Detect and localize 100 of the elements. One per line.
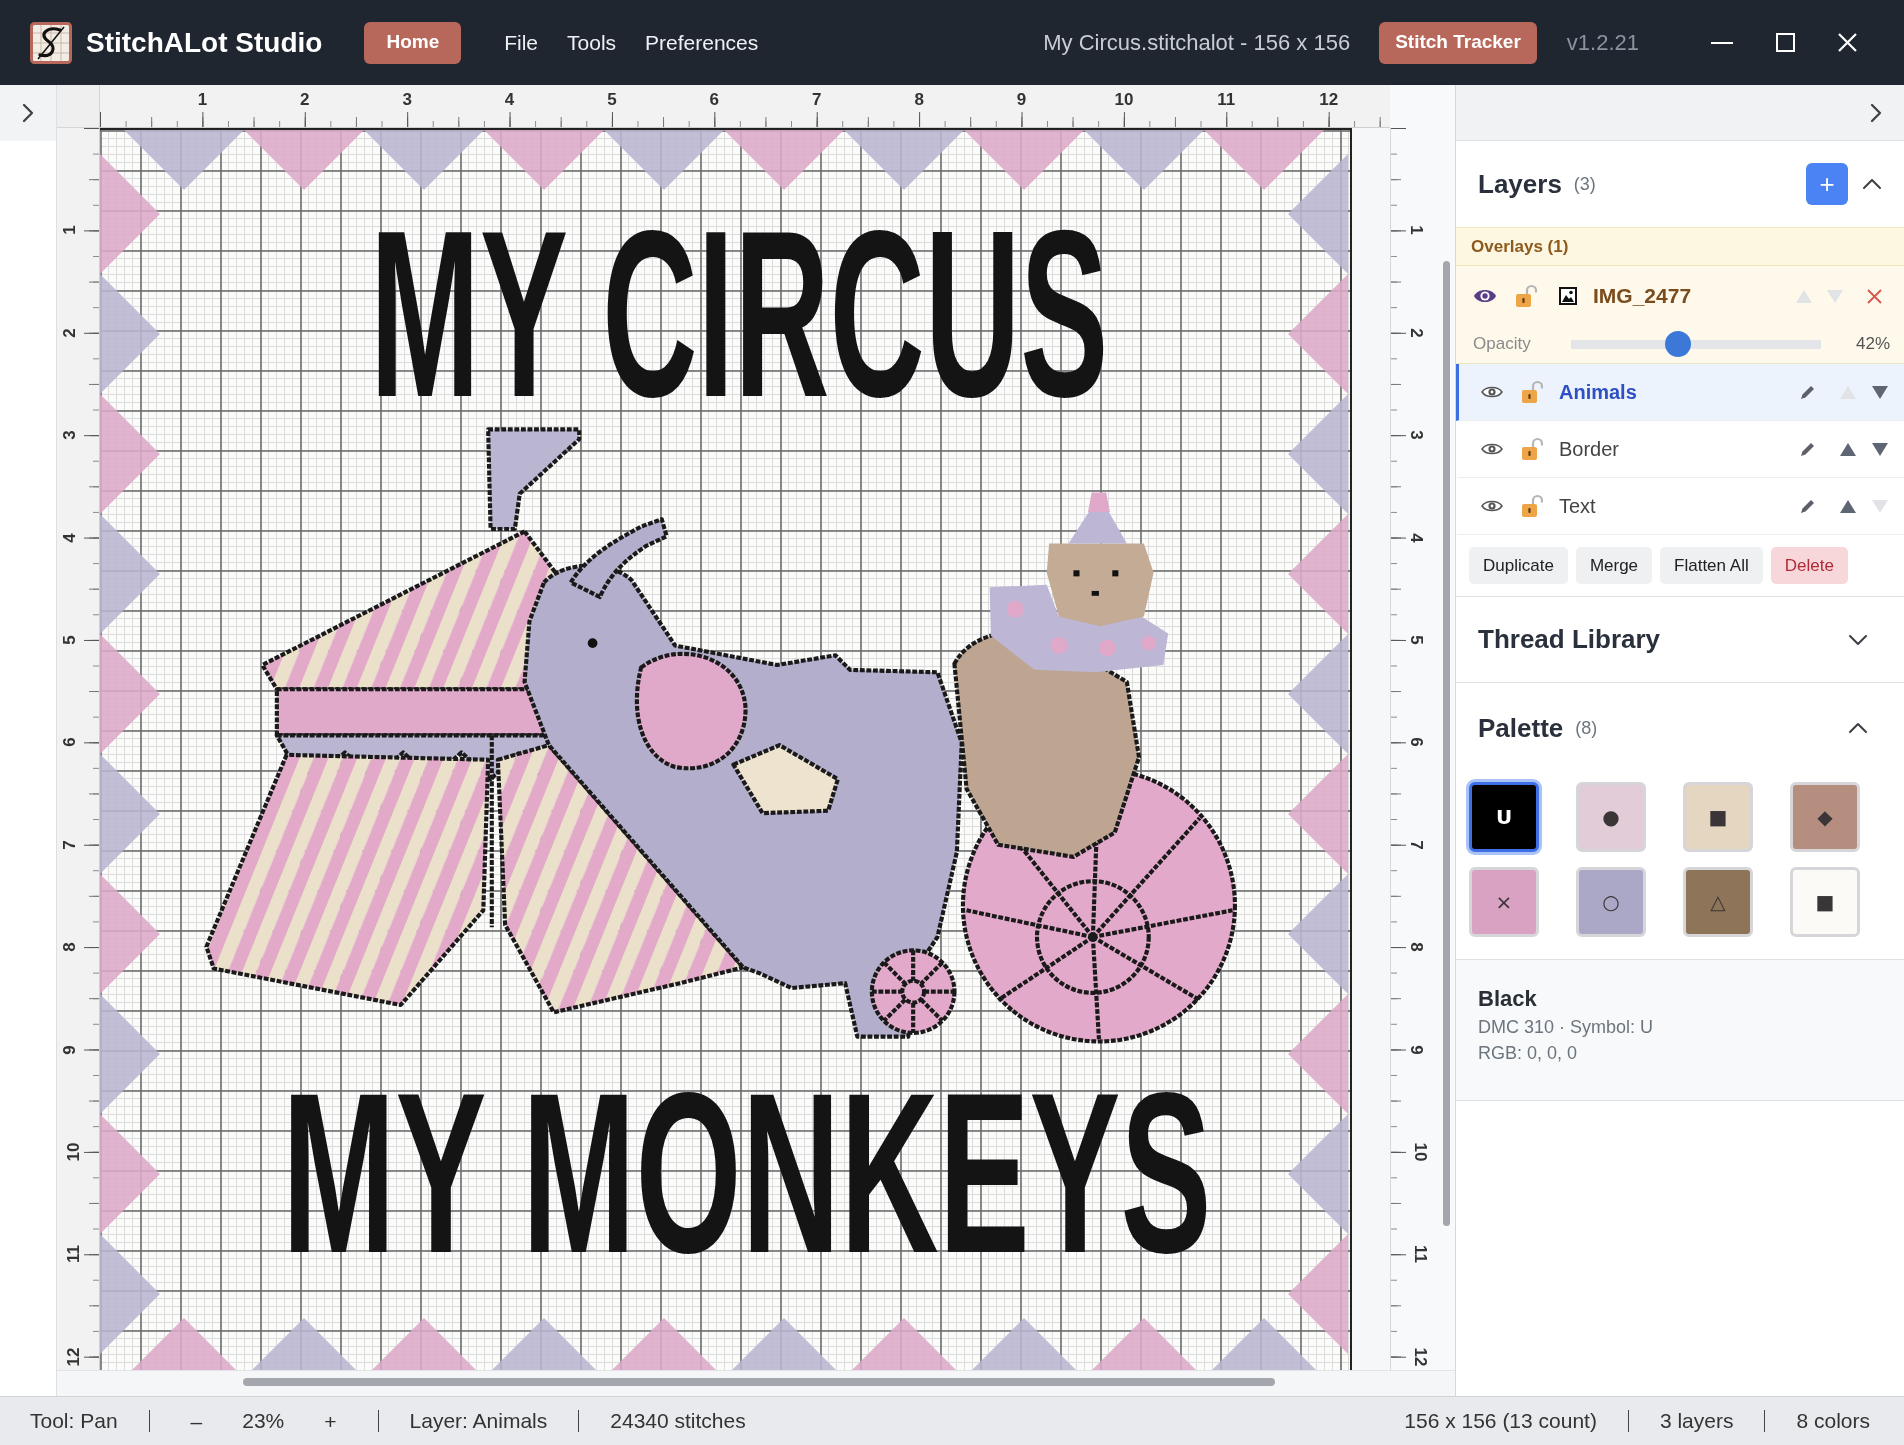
layer-name: Text <box>1559 494 1596 519</box>
menu-item[interactable]: Tools <box>561 21 623 64</box>
chevron-right-icon[interactable] <box>22 103 34 123</box>
section-title: Layers <box>1478 167 1562 201</box>
action-button[interactable]: Flatten All <box>1660 547 1763 584</box>
thread-code: DMC 310 · Symbol: U <box>1478 1016 1655 1039</box>
layer-total: 3 layers <box>1659 1408 1734 1435</box>
eye-icon[interactable] <box>1481 385 1503 399</box>
layer-row[interactable]: Border <box>1456 421 1904 478</box>
eye-icon[interactable] <box>1481 442 1503 456</box>
app-title: StitchALot Studio <box>86 25 323 60</box>
ruler-label: 2 <box>300 90 310 110</box>
chevron-down-icon[interactable] <box>1848 633 1868 646</box>
color-swatch[interactable]: ○ <box>1576 867 1646 937</box>
padlock-open-icon[interactable] <box>1521 494 1543 518</box>
maximize-icon[interactable] <box>1776 33 1795 52</box>
padlock-open-icon[interactable] <box>1521 380 1543 404</box>
move-up-icon[interactable] <box>1840 499 1856 513</box>
menu-item[interactable]: Preferences <box>639 21 765 64</box>
color-swatch[interactable]: × <box>1469 867 1539 937</box>
ruler-label: 8 <box>1405 942 1426 952</box>
menu-item[interactable]: File <box>498 21 545 64</box>
pencil-icon[interactable] <box>1800 498 1816 514</box>
minimize-icon[interactable] <box>1711 41 1733 44</box>
thread-name: Black <box>1478 985 1538 1013</box>
zoom-in-button[interactable]: + <box>314 1410 347 1432</box>
ruler-label: 6 <box>709 90 720 110</box>
logo-icon <box>30 21 72 64</box>
opacity-value: 42% <box>1855 333 1890 356</box>
close-icon[interactable] <box>1838 33 1857 52</box>
ruler-label: 7 <box>812 90 822 110</box>
eye-icon[interactable] <box>1473 288 1497 304</box>
ruler-label: 3 <box>402 90 412 110</box>
color-count: (8) <box>1575 716 1598 740</box>
picture-icon <box>1559 287 1577 305</box>
overlay-row[interactable]: IMG_2477 Opacity 42% <box>1456 266 1904 364</box>
padlock-open-icon[interactable] <box>1521 437 1543 461</box>
ruler-label: 5 <box>607 90 617 110</box>
chevron-right-icon[interactable] <box>1870 102 1882 123</box>
ruler-label: 2 <box>1405 328 1426 338</box>
color-swatch[interactable]: ■ <box>1790 867 1860 937</box>
color-swatch[interactable]: ◆ <box>1790 782 1860 852</box>
move-up-icon[interactable] <box>1840 442 1856 456</box>
ruler-label: 8 <box>914 90 924 110</box>
color-swatch[interactable]: U <box>1469 782 1539 852</box>
ruler-label: 11 <box>1217 90 1236 110</box>
ruler-label: 6 <box>1405 737 1426 748</box>
stitch-count: 24340 stitches <box>610 1408 746 1435</box>
ruler-label: 3 <box>59 430 80 440</box>
action-button[interactable]: Merge <box>1575 547 1653 584</box>
ruler-label: 3 <box>1405 430 1426 440</box>
section-title: Thread Library <box>1478 623 1661 656</box>
ruler-label: 12 <box>64 1347 85 1367</box>
layer-row[interactable]: Text <box>1456 478 1904 535</box>
ruler-label: 1 <box>1405 225 1426 236</box>
chevron-up-icon[interactable] <box>1848 722 1868 734</box>
menu-item[interactable]: Home <box>364 21 462 64</box>
overlays-title: Overlays (1) <box>1471 235 1569 258</box>
ruler-label: 5 <box>1405 635 1426 645</box>
ruler-label: 10 <box>1410 1142 1431 1162</box>
scrollbar-thumb[interactable] <box>243 1378 1275 1386</box>
move-down-icon[interactable] <box>1872 442 1888 456</box>
ruler-label: 4 <box>59 532 80 543</box>
delete-button[interactable]: Delete <box>1770 547 1848 584</box>
move-down-icon[interactable] <box>1872 385 1888 399</box>
stitched-lettering: MY MONKEYS <box>282 1082 1212 1266</box>
zoom-out-button[interactable]: – <box>180 1410 213 1432</box>
ruler-label: 4 <box>504 90 515 110</box>
ruler-label: 7 <box>59 840 80 850</box>
document-title: My Circus.stitchalot - 156 x 156 <box>1043 29 1351 57</box>
layer-name: Animals <box>1559 380 1637 405</box>
color-total: 8 colors <box>1796 1408 1870 1435</box>
canvas-size: 156 x 156 (13 count) <box>1404 1408 1597 1435</box>
overlay-name: IMG_2477 <box>1593 283 1692 310</box>
color-swatch[interactable]: ● <box>1576 782 1646 852</box>
pattern-canvas[interactable]: MY CIRCUS MY MONKEYS <box>100 128 1352 1370</box>
scrollbar-thumb[interactable] <box>1443 261 1450 1226</box>
section-title: Palette <box>1478 711 1564 745</box>
ruler-label: 2 <box>59 328 80 338</box>
remove-icon[interactable] <box>1867 288 1882 304</box>
eye-icon[interactable] <box>1481 499 1503 513</box>
chevron-up-icon[interactable] <box>1862 178 1882 190</box>
action-button[interactable]: Duplicate <box>1469 547 1568 584</box>
stitch-tracker-button[interactable]: Stitch Tracker <box>1379 21 1537 64</box>
ruler-label: 9 <box>1016 90 1027 110</box>
ruler-label: 9 <box>59 1044 80 1055</box>
add-layer-button[interactable]: + <box>1806 163 1848 205</box>
opacity-label: Opacity <box>1473 333 1532 356</box>
pencil-icon[interactable] <box>1800 441 1816 457</box>
padlock-open-icon[interactable] <box>1515 284 1537 308</box>
slider-thumb[interactable] <box>1665 331 1692 357</box>
color-swatch[interactable]: ■ <box>1683 782 1753 852</box>
thread-rgb: RGB: 0, 0, 0 <box>1478 1042 1579 1065</box>
ruler-label: 6 <box>59 737 80 748</box>
ruler-label: 4 <box>1405 532 1426 543</box>
pencil-icon[interactable] <box>1800 384 1816 400</box>
layer-row[interactable]: Animals <box>1456 364 1904 421</box>
ruler-label: 12 <box>1319 90 1339 110</box>
ruler-label: 12 <box>1410 1347 1431 1367</box>
ruler-label: 9 <box>1405 1044 1426 1055</box>
